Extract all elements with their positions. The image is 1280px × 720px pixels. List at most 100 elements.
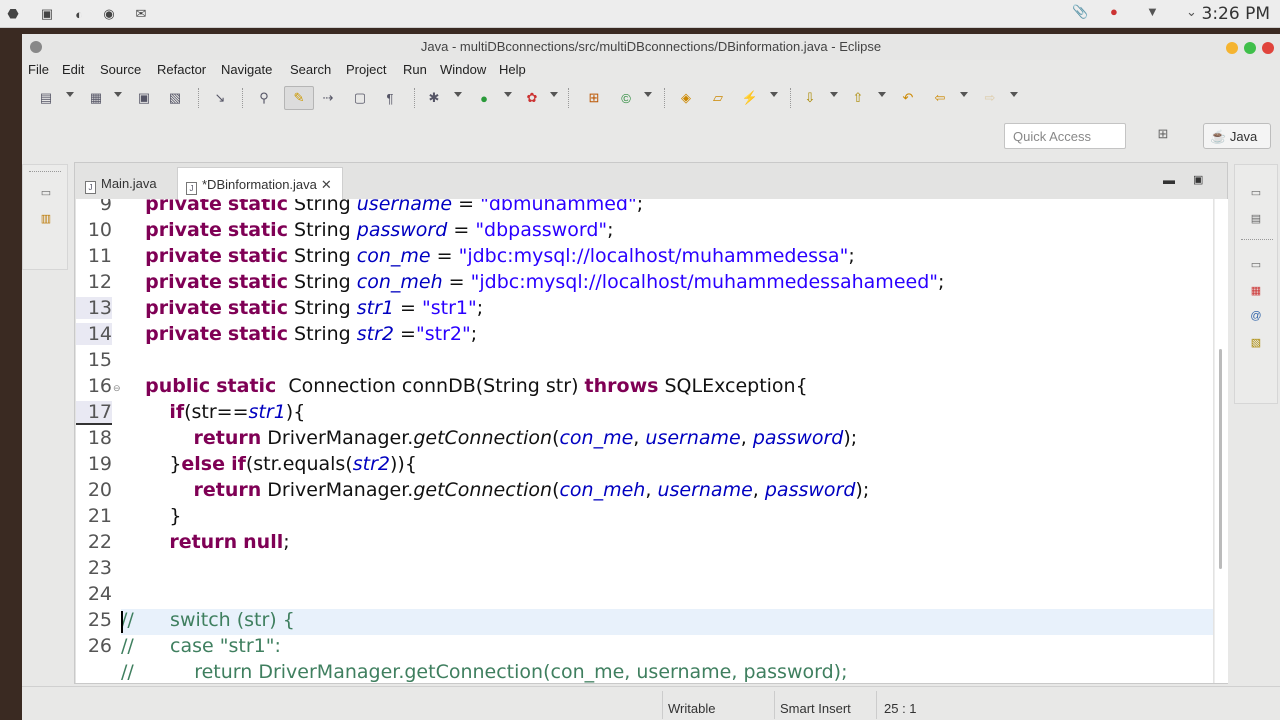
menu-bar: File Edit Source Refactor Navigate Searc… bbox=[22, 60, 1280, 82]
maximize-editor-icon[interactable]: ▣ bbox=[1193, 173, 1203, 186]
menu-window[interactable]: Window bbox=[440, 62, 486, 77]
new-class-dropdown-icon[interactable] bbox=[644, 92, 652, 97]
search-tool-icon[interactable]: ⚡ bbox=[740, 88, 760, 108]
fold-icon[interactable]: ⊖ bbox=[113, 383, 121, 394]
open-task-icon[interactable]: ◈ bbox=[676, 88, 696, 108]
next-annotation-icon[interactable]: ⇩ bbox=[800, 88, 820, 108]
open-folder-icon[interactable]: ▱ bbox=[708, 88, 728, 108]
javadoc-icon[interactable]: @ bbox=[1247, 307, 1265, 325]
firefox-icon[interactable]: ◉ bbox=[100, 5, 118, 23]
show-desktop-icon[interactable]: ▣ bbox=[38, 5, 56, 23]
menu-source[interactable]: Source bbox=[100, 62, 141, 77]
new-java-class-icon[interactable]: © bbox=[616, 88, 636, 108]
menu-file[interactable]: File bbox=[28, 62, 49, 77]
code-text[interactable]: private static String username = "dbmuha… bbox=[121, 199, 1213, 683]
paperclip-icon[interactable]: 📎 bbox=[1072, 4, 1088, 20]
close-tab-icon[interactable]: ✕ bbox=[321, 177, 332, 192]
code-editor[interactable]: 9 10 11 12 13 14 15 16 ⊖ 17 18 19 20 21 … bbox=[76, 199, 1213, 683]
line-number: 19 bbox=[87, 453, 112, 475]
java-perspective-button[interactable]: ☕ Java bbox=[1203, 123, 1271, 149]
code-line: private static String con_me = "jdbc:mys… bbox=[145, 245, 855, 267]
line-number: 17 bbox=[76, 401, 112, 425]
vertical-scrollbar[interactable] bbox=[1214, 199, 1228, 683]
new-icon[interactable]: ▤ bbox=[36, 88, 56, 108]
menu-project[interactable]: Project bbox=[346, 62, 386, 77]
mail-icon[interactable]: ✉ bbox=[132, 5, 150, 23]
restore-icon[interactable]: ▭ bbox=[1247, 255, 1265, 273]
minimize-window-button[interactable] bbox=[1226, 42, 1238, 54]
external-tools-dropdown-icon[interactable] bbox=[550, 92, 558, 97]
declaration-icon[interactable]: ▧ bbox=[1247, 333, 1265, 351]
task-list-icon[interactable]: ▤ bbox=[1247, 209, 1265, 227]
menu-edit[interactable]: Edit bbox=[62, 62, 84, 77]
tab-dbinformation-java[interactable]: J *DBinformation.java ✕ bbox=[177, 167, 343, 199]
tab-label: Main.java bbox=[101, 176, 157, 191]
new-dropdown-icon[interactable] bbox=[66, 92, 74, 97]
line-number: 15 bbox=[87, 349, 112, 371]
search-dropdown-icon[interactable] bbox=[770, 92, 778, 97]
line-number: 26 bbox=[87, 635, 112, 657]
open-type-icon[interactable]: ↘ bbox=[210, 88, 230, 108]
status-writable: Writable bbox=[668, 701, 716, 716]
trim-handle[interactable] bbox=[1241, 239, 1273, 240]
quick-access-input[interactable]: Quick Access bbox=[1004, 123, 1126, 149]
system-top-bar: ⬣ ▣ ◐ ◉ ✉ 📎 ● ▼ ⌄ 3:26 PM bbox=[0, 0, 1280, 28]
next-annotation-dropdown-icon[interactable] bbox=[830, 92, 838, 97]
package-explorer-icon[interactable]: ▥ bbox=[37, 209, 55, 227]
editor-tab-bar: J Main.java J *DBinformation.java ✕ ▬ ▣ bbox=[75, 163, 1227, 199]
menu-search[interactable]: Search bbox=[290, 62, 331, 77]
line-number-gutter: 9 10 11 12 13 14 15 16 ⊖ 17 18 19 20 21 … bbox=[76, 199, 121, 683]
line-number: 24 bbox=[87, 583, 112, 605]
run-dropdown-icon[interactable] bbox=[504, 92, 512, 97]
previous-annotation-icon[interactable]: ⇧ bbox=[848, 88, 868, 108]
run-icon[interactable]: ● bbox=[474, 88, 494, 108]
tab-main-java[interactable]: J Main.java bbox=[77, 167, 177, 199]
eclipse-icon[interactable]: ◐ bbox=[70, 5, 88, 23]
last-edit-location-icon[interactable]: ↶ bbox=[898, 88, 918, 108]
line-number: 9 bbox=[99, 199, 112, 215]
menu-help[interactable]: Help bbox=[499, 62, 526, 77]
save-icon[interactable]: ▣ bbox=[134, 88, 154, 108]
menu-refactor[interactable]: Refactor bbox=[157, 62, 206, 77]
left-trim-stack: ▭ ▥ bbox=[22, 164, 68, 270]
window-title: Java - multiDBconnections/src/multiDBcon… bbox=[420, 39, 882, 54]
problems-icon[interactable]: ▦ bbox=[1247, 281, 1265, 299]
toggle-breadcrumb-icon[interactable]: ⚲ bbox=[254, 88, 274, 108]
debug-icon[interactable]: ✱ bbox=[424, 88, 444, 108]
minimize-editor-icon[interactable]: ▬ bbox=[1163, 173, 1175, 187]
menu-navigate[interactable]: Navigate bbox=[221, 62, 272, 77]
new-package-icon[interactable]: ▦ bbox=[86, 88, 106, 108]
show-paragraph-icon[interactable]: ¶ bbox=[380, 88, 400, 108]
clock[interactable]: 3:26 PM bbox=[1202, 4, 1271, 24]
show-whitespace-icon[interactable]: ▢ bbox=[350, 88, 370, 108]
previous-annotation-dropdown-icon[interactable] bbox=[878, 92, 886, 97]
new-package-dropdown-icon[interactable] bbox=[114, 92, 122, 97]
toggle-block-selection-icon[interactable]: ⇢ bbox=[318, 88, 338, 108]
current-code-line: // switch (str) { bbox=[121, 609, 1213, 635]
mark-occurrences-icon[interactable]: ✎ bbox=[284, 86, 314, 110]
back-icon[interactable]: ⇦ bbox=[930, 88, 950, 108]
java-file-icon: J bbox=[186, 182, 197, 195]
forward-icon[interactable]: ⇨ bbox=[980, 88, 1000, 108]
wifi-icon[interactable]: ▼ bbox=[1146, 4, 1159, 19]
restore-icon[interactable]: ▭ bbox=[37, 183, 55, 201]
scrollbar-thumb[interactable] bbox=[1219, 349, 1222, 569]
maximize-window-button[interactable] bbox=[1244, 42, 1256, 54]
line-number: 25 bbox=[87, 609, 112, 631]
external-tools-icon[interactable]: ✿ bbox=[522, 88, 542, 108]
restore-icon[interactable]: ▭ bbox=[1247, 183, 1265, 201]
code-line-partial: // return DriverManager.getConnection(co… bbox=[121, 661, 848, 683]
menu-run[interactable]: Run bbox=[403, 62, 427, 77]
open-perspective-icon[interactable]: ⊞ bbox=[1152, 126, 1174, 146]
fedora-logo-icon[interactable]: ⬣ bbox=[4, 5, 22, 23]
record-icon[interactable]: ● bbox=[1110, 4, 1118, 19]
save-all-icon[interactable]: ▧ bbox=[165, 88, 185, 108]
back-dropdown-icon[interactable] bbox=[960, 92, 968, 97]
chevron-down-icon[interactable]: ⌄ bbox=[1186, 4, 1197, 20]
debug-dropdown-icon[interactable] bbox=[454, 92, 462, 97]
toolbar-separator bbox=[198, 88, 199, 108]
close-window-button[interactable] bbox=[1262, 42, 1274, 54]
forward-dropdown-icon[interactable] bbox=[1010, 92, 1018, 97]
new-java-package-icon[interactable]: ⊞ bbox=[584, 88, 604, 108]
trim-handle[interactable] bbox=[29, 171, 61, 172]
